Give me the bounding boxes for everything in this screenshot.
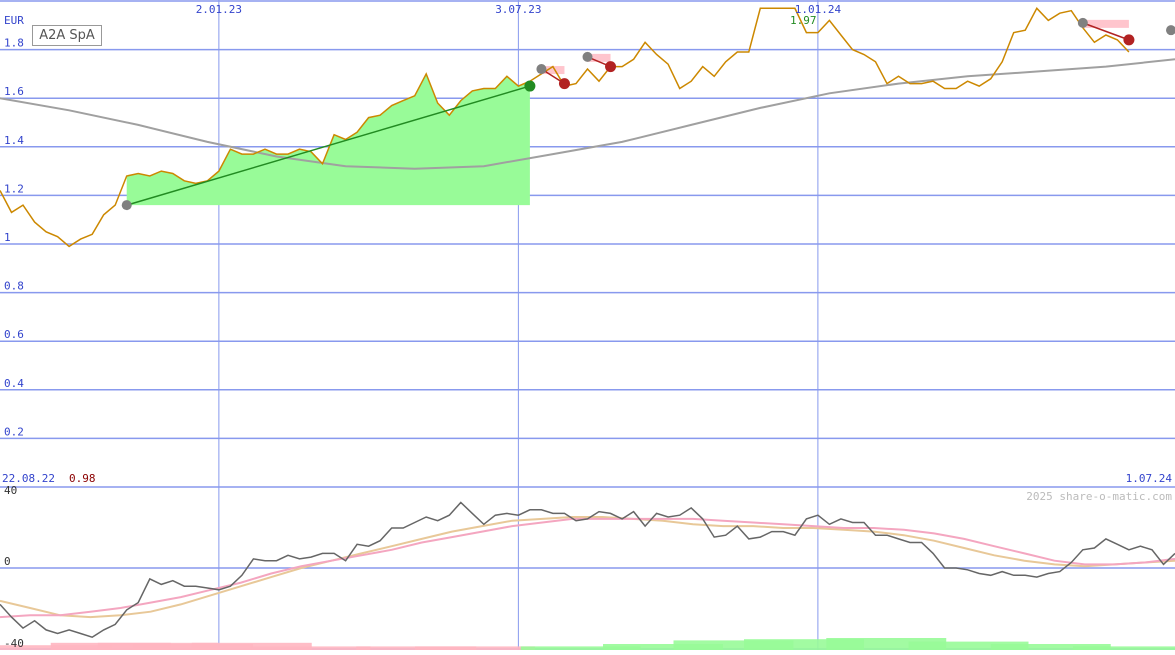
signal-exit-marker-0: [524, 80, 536, 92]
max-value-label: 1.97: [790, 14, 817, 27]
signal-exit-marker-3: [1123, 34, 1135, 46]
ind-y-tick--40: -40: [4, 637, 24, 650]
y-tick-1.4: 1.4: [4, 134, 24, 147]
signal-exit-marker-2: [605, 61, 617, 73]
y-tick-1: 1: [4, 231, 11, 244]
y-tick-0.6: 0.6: [4, 328, 24, 341]
signal-exit-marker-1: [558, 78, 570, 90]
y-tick-0.2: 0.2: [4, 425, 24, 438]
signal-entry-marker-2: [582, 51, 593, 62]
histogram-bar-neg-5: [250, 646, 371, 650]
y-tick-0.4: 0.4: [4, 377, 24, 390]
chart-title: A2A SpA: [32, 25, 102, 46]
x-tick-2.01.23: 2.01.23: [196, 3, 242, 16]
histogram-bar-pos-7: [1073, 646, 1175, 650]
y-tick-1.8: 1.8: [4, 37, 24, 50]
loss-area-2: [1082, 19, 1129, 28]
start-date-label: 22.08.22: [2, 472, 55, 485]
histogram-bar-neg-7: [415, 646, 535, 650]
grid-layer: [0, 0, 1175, 650]
signal-entry-marker-1: [536, 64, 547, 75]
y-tick-1.6: 1.6: [4, 85, 24, 98]
chart-canvas: EUR 0.2 0.4 0.6 0.8 1 1.2 1.4 1.6 1.8 2.01.23 3.07.…: [0, 0, 1175, 650]
copyright-label: 2025 share-o-matic.com: [1026, 490, 1172, 503]
signal-entry-marker-3: [1077, 17, 1088, 28]
chart-root: EUR 0.2 0.4 0.6 0.8 1 1.2 1.4 1.6 1.8 2.01.23 3.07.…: [0, 0, 1175, 650]
signal-entry-marker-0: [121, 200, 132, 211]
min-value-label: 0.98: [69, 472, 96, 485]
ind-y-tick-0: 0: [4, 555, 11, 568]
x-tick-3.07.23: 3.07.23: [495, 3, 541, 16]
end-date-label: 1.07.24: [1126, 472, 1173, 485]
y-tick-1.2: 1.2: [4, 182, 24, 195]
ind-y-tick-40: 40: [4, 484, 17, 497]
y-tick-0.8: 0.8: [4, 280, 24, 293]
y-axis-label: EUR: [4, 14, 24, 27]
